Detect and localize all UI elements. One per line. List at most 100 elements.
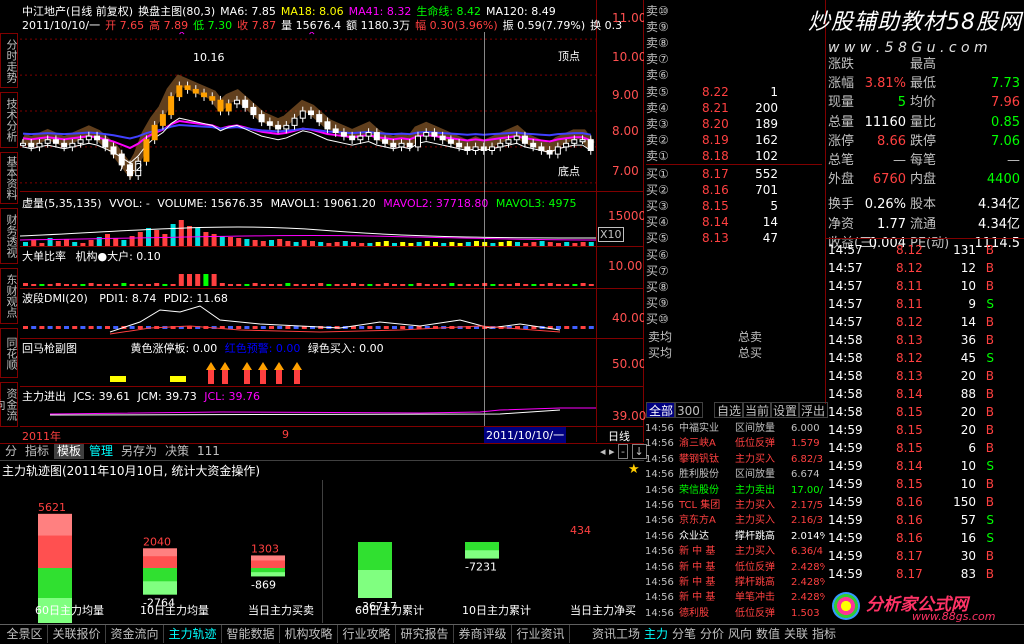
bottom-nav-right-1[interactable]: 主力 — [644, 625, 668, 643]
bottom-nav-item-8[interactable]: 券商评级 — [454, 625, 512, 643]
tick-price: 8.12 — [896, 351, 923, 365]
dmi-bar — [293, 326, 299, 329]
bottom-nav-item-2[interactable]: 资金流向 — [106, 625, 164, 643]
news-row[interactable]: 14:56 京东方A 主力买入 2.16/3 — [645, 513, 825, 528]
news-row[interactable]: 14:56 攀钢钒钛 主力买入 6.82/3 — [645, 452, 825, 467]
bottom-nav-item-0[interactable]: 全景区 — [2, 625, 48, 643]
price-tick: 10.00 — [612, 50, 647, 64]
quote-value: 0.85 — [991, 114, 1020, 130]
news-tab-1[interactable]: 300 — [674, 402, 703, 418]
left-tab-3[interactable]: 财务透视 — [0, 208, 18, 264]
indicator-tab-0[interactable]: 分 — [2, 444, 20, 459]
bottom-nav-right-6[interactable]: 关联 — [784, 625, 808, 643]
bottom-nav-right-5[interactable]: 数值 — [756, 625, 780, 643]
star-icon[interactable]: ★ — [628, 462, 640, 477]
bottom-nav-item-4[interactable]: 智能数据 — [222, 625, 280, 643]
news-row[interactable]: 14:56 胜利股份 区间放量 6.674 — [645, 467, 825, 482]
news-time: 14:56 — [645, 423, 674, 434]
news-row[interactable]: 14:56 新 中 基 主力买入 6.36/4 — [645, 544, 825, 559]
tick-direction: B — [985, 567, 994, 581]
left-tab-4[interactable]: 东财观点 — [0, 268, 18, 324]
quote-value: 6760 — [872, 172, 906, 188]
tick-time: 14:59 — [828, 567, 863, 581]
tick-time: 14:59 — [828, 549, 863, 563]
tick-row: 14:59 8.15 20 B — [826, 421, 1024, 439]
avg-buy-label: 买均 — [648, 346, 673, 360]
tick-price: 8.12 — [896, 243, 923, 257]
bottom-nav-right-2[interactable]: 分笔 — [672, 625, 696, 643]
left-tab-2[interactable]: 基本资料 — [0, 152, 18, 204]
news-row[interactable]: 14:56 新 中 基 低位反弹 2.428% — [645, 560, 825, 575]
bottom-nav-right-4[interactable]: 风向 — [728, 625, 752, 643]
bottom-nav-item-1[interactable]: 关联报价 — [48, 625, 106, 643]
header-field: 收 7.87 — [237, 19, 277, 32]
period-label[interactable]: 日线 — [608, 428, 630, 444]
news-name: 新 中 基 — [679, 577, 716, 588]
left-tab-0[interactable]: 分时走势 — [0, 33, 18, 88]
dmi-bar — [564, 326, 570, 329]
bottom-nav-item-5[interactable]: 机构攻略 — [280, 625, 338, 643]
dmi-bar — [105, 326, 110, 329]
dmi-bar — [277, 326, 283, 329]
indicator-tab-3[interactable]: 管理 — [86, 444, 116, 459]
bottom-nav-item-6[interactable]: 行业攻略 — [338, 625, 396, 643]
dmi-bar — [55, 326, 61, 329]
indicator-tab-6[interactable]: 111 — [194, 444, 223, 459]
dmi-bar — [129, 326, 135, 329]
news-tab-4[interactable]: 设置 — [770, 402, 801, 418]
left-tab-1[interactable]: 技术分析 — [0, 92, 18, 148]
news-tab-3[interactable]: 当前 — [742, 402, 773, 418]
tick-row: 14:57 8.11 9 S — [826, 295, 1024, 313]
candlestick-chart[interactable]: ✕ ✕ — [20, 32, 596, 190]
left-tab-6[interactable]: 资金流向 — [0, 382, 18, 427]
bottom-nav-item-3[interactable]: 主力轨迹 — [164, 625, 222, 643]
tick-price: 8.16 — [896, 531, 923, 545]
indicator-tab-2[interactable]: 模板 — [54, 444, 85, 459]
left-tab-5[interactable]: 同花顺 — [0, 328, 18, 378]
news-row[interactable]: 14:56 中福实业 区间放量 6.000 — [645, 421, 825, 436]
bottom-nav-item-9[interactable]: 行业资讯 — [512, 625, 570, 643]
news-row[interactable]: 14:56 新 中 基 撑杆跳高 2.428% — [645, 575, 825, 590]
vol-bar — [64, 239, 69, 246]
news-row[interactable]: 14:56 TCL 集团 主力买入 2.17/5 — [645, 498, 825, 513]
big-bar — [523, 284, 529, 286]
dmi-bar — [31, 326, 37, 329]
news-row[interactable]: 14:56 众业达 撑杆跳高 2.014% — [645, 529, 825, 544]
tick-direction: B — [985, 315, 994, 329]
news-row[interactable]: 14:56 新 中 基 单笔冲击 2.428% — [645, 590, 825, 605]
indicator-tab-4[interactable]: 另存为 — [118, 444, 160, 459]
news-tab-2[interactable]: 自选 — [714, 402, 745, 418]
book-label: 买⑩ — [646, 311, 669, 326]
quote-row: 涨跌 最高 — [826, 56, 1024, 74]
flow-bar-value: -869 — [251, 578, 276, 591]
news-row[interactable]: 14:56 荣信股份 主力卖出 17.00/ — [645, 483, 825, 498]
dmi-bar — [252, 326, 258, 329]
indicator-tab-1[interactable]: 指标 — [22, 444, 52, 459]
big-bar — [285, 283, 291, 286]
news-tab-0[interactable]: 全部 — [646, 402, 677, 418]
chart-header-line2: 2011/10/10/一开 7.65 高 7.89 低 7.30 收 7.87 量 15… — [22, 17, 627, 32]
tick-time: 14:59 — [828, 459, 863, 473]
bottom-nav-right-0[interactable]: 资讯工场 — [592, 625, 640, 643]
bottom-nav-right-3[interactable]: 分价 — [700, 625, 724, 643]
quote-row: 总量 11160 量比 0.85 — [826, 114, 1024, 132]
big-bar — [490, 284, 496, 286]
divider — [20, 246, 644, 247]
vol-bar — [146, 228, 151, 246]
bottom-nav-item-7[interactable]: 研究报告 — [396, 625, 454, 643]
sell-row: 卖① 8.18 102 — [646, 147, 822, 165]
news-value: 2.17/5 — [791, 500, 823, 511]
vol-scale: 15000 — [608, 209, 647, 223]
dmi-bar — [367, 326, 373, 329]
tick-price: 8.17 — [896, 549, 923, 563]
big-bar — [178, 274, 184, 286]
tick-row: 14:59 8.16 57 S — [826, 511, 1024, 529]
scroll-controls[interactable]: ◂ ▸ - ↓ — [600, 444, 647, 459]
news-row[interactable]: 14:56 渝三峡A 低位反弹 1.579 — [645, 436, 825, 451]
news-tab-5[interactable]: 浮出 — [798, 402, 829, 418]
flow-category-label: 10日主力累计 — [462, 604, 531, 617]
bottom-nav-right-7[interactable]: 指标 — [812, 625, 836, 643]
news-name: 新 中 基 — [679, 546, 716, 558]
news-row[interactable]: 14:56 德利股 低位反弹 1.503 — [645, 606, 825, 621]
indicator-tab-5[interactable]: 决策 — [162, 444, 192, 459]
